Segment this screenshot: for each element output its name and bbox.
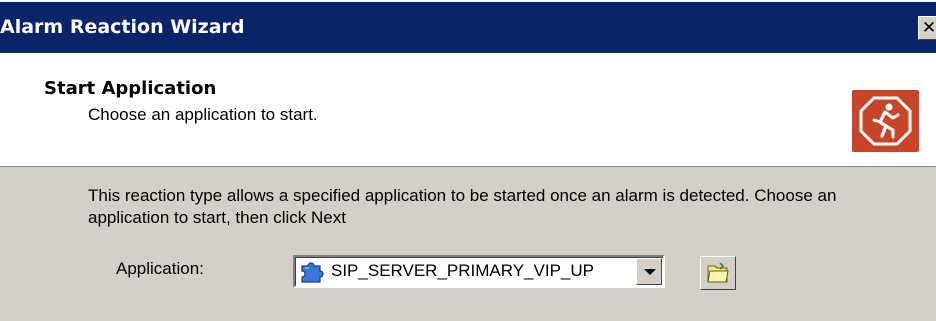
title-bar: Alarm Reaction Wizard ✕ [0, 0, 936, 53]
page-title: Start Application [44, 78, 217, 99]
browse-button[interactable] [700, 256, 736, 290]
window-title: Alarm Reaction Wizard [0, 16, 245, 38]
application-label: Application: [116, 259, 204, 278]
close-button[interactable]: ✕ [918, 16, 936, 40]
application-select[interactable]: SIP_SERVER_PRIMARY_VIP_UP [293, 255, 665, 288]
header-divider [0, 166, 936, 167]
page-subtitle: Choose an application to start. [88, 105, 318, 124]
wizard-header: Start Application Choose an application … [0, 53, 936, 167]
folder-icon [707, 262, 729, 283]
application-value: SIP_SERVER_PRIMARY_VIP_UP [331, 261, 594, 280]
chevron-down-icon[interactable] [636, 258, 662, 285]
description-text: This reaction type allows a specified ap… [88, 186, 837, 227]
running-man-stop-sign-icon [852, 90, 919, 152]
puzzle-piece-icon [299, 260, 325, 284]
